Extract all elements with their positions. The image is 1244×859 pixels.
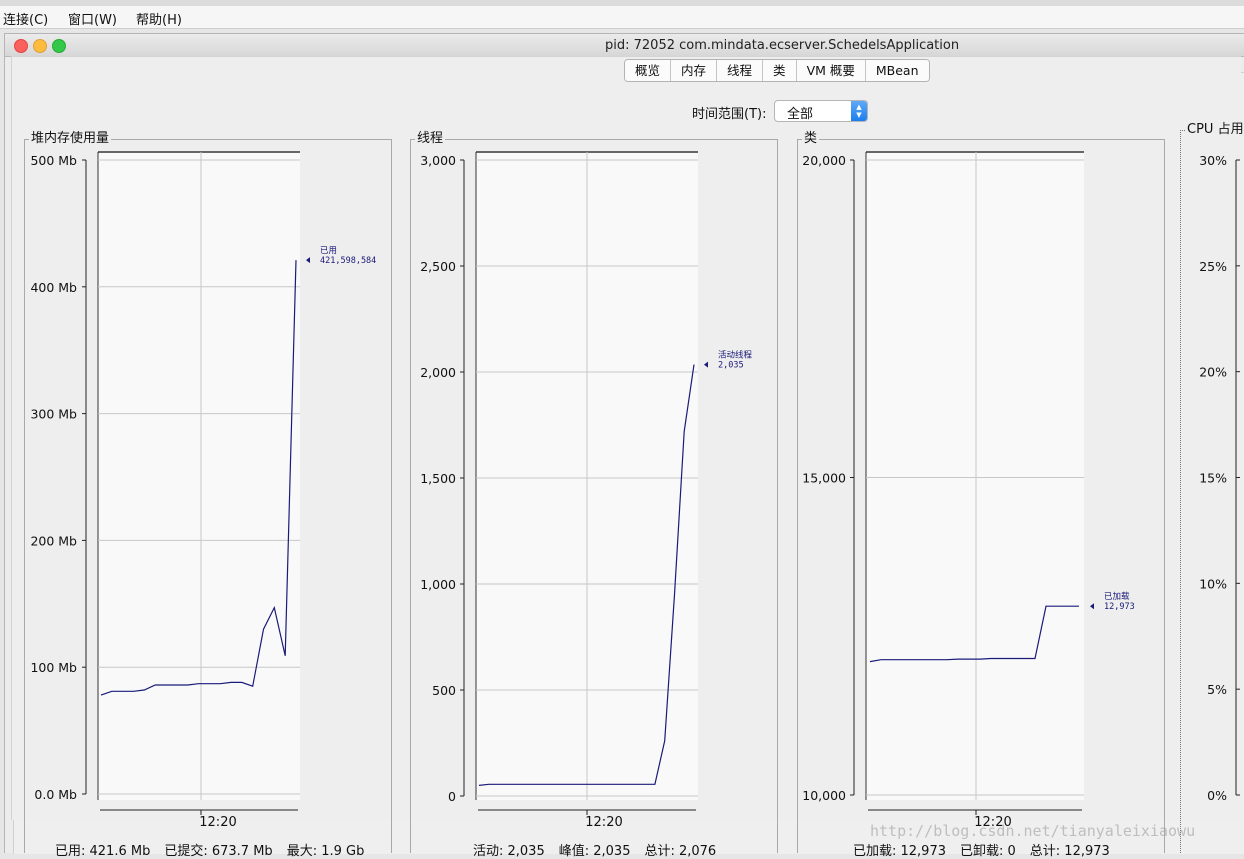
cpu-chart: 0% 5% 10% 15% 20% 25% 30%: [1199, 153, 1240, 803]
y-tick-label: 30%: [1199, 153, 1227, 168]
y-tick-label: 10%: [1199, 576, 1227, 591]
y-tick-label: 0%: [1207, 788, 1227, 803]
watermark-text: http://blog.csdn.net/tianyaleixiaowu: [870, 822, 1196, 840]
y-tick-label: 5%: [1207, 682, 1227, 697]
y-tick-label: 25%: [1199, 259, 1227, 274]
y-tick-label: 20%: [1199, 365, 1227, 380]
y-tick-label: 15%: [1199, 471, 1227, 486]
